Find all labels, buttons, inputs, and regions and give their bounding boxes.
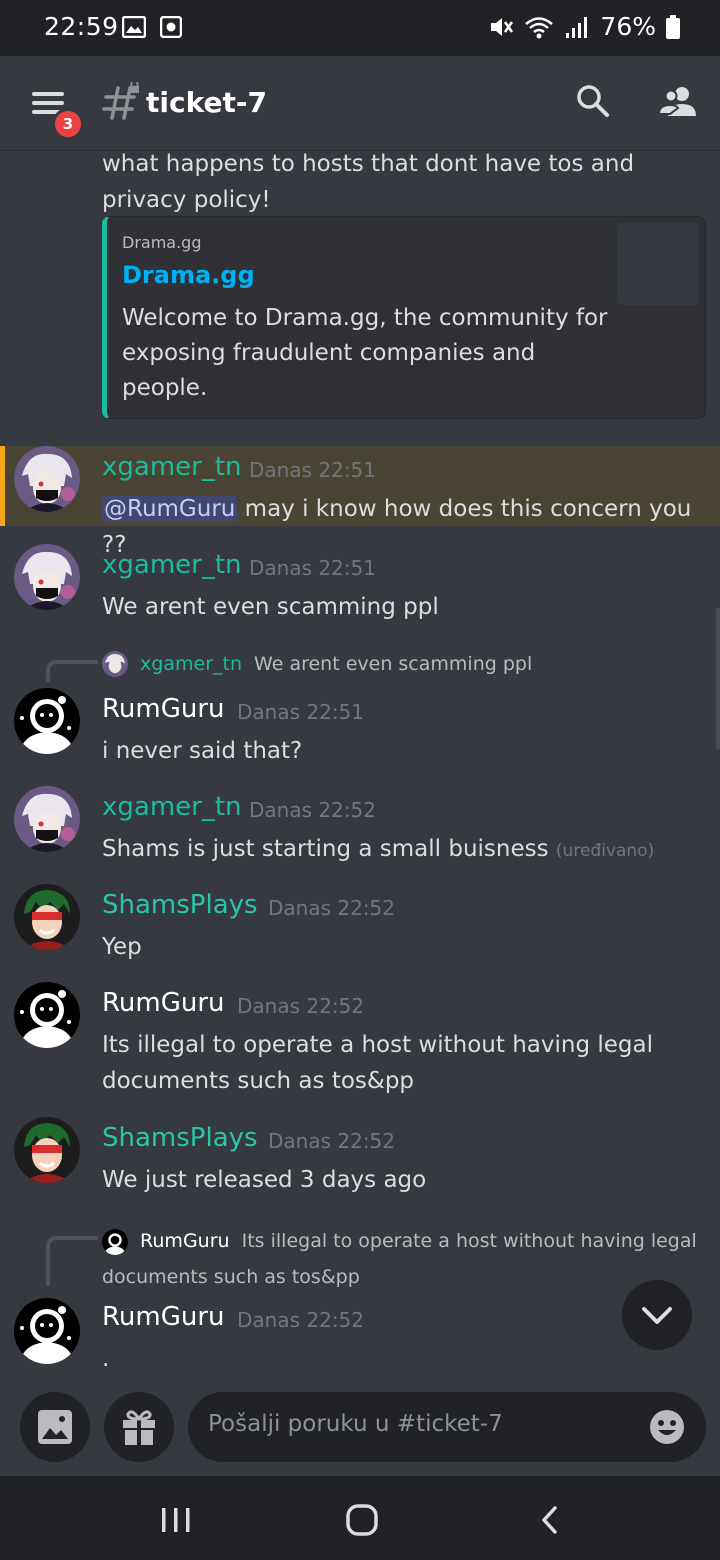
message-text: i never said that? xyxy=(102,738,303,764)
link-embed[interactable]: Drama.gg Drama.gg Welcome to Drama.gg, t… xyxy=(102,216,706,419)
timestamp: Danas 22:51 xyxy=(249,556,377,580)
avatar-image xyxy=(14,688,80,754)
username[interactable]: xgamer_tn xyxy=(102,452,242,482)
battery-icon xyxy=(666,14,680,39)
username[interactable]: xgamer_tn xyxy=(102,792,242,822)
avatar-xgamer[interactable] xyxy=(14,544,80,610)
recent-apps-icon[interactable] xyxy=(160,1506,192,1534)
locked-hash-icon xyxy=(102,82,139,120)
timestamp: Danas 22:52 xyxy=(249,798,377,822)
message-list[interactable]: what happens to hosts that dont have tos… xyxy=(0,152,720,1380)
avatar-image xyxy=(14,884,80,950)
timestamp: Danas 22:51 xyxy=(249,458,377,482)
message-text: We just released 3 days ago xyxy=(102,1167,427,1193)
avatar-shams[interactable] xyxy=(14,884,80,950)
avatar-image xyxy=(14,544,80,610)
emoji-icon[interactable] xyxy=(648,1408,686,1446)
members-icon[interactable] xyxy=(658,84,698,118)
reply-avatar xyxy=(102,1228,128,1255)
embed-description: Welcome to Drama.gg, the community for e… xyxy=(122,305,608,401)
reply-author: xgamer_tn xyxy=(140,652,242,675)
reply-connector xyxy=(46,1236,98,1286)
username[interactable]: xgamer_tn xyxy=(102,550,242,580)
image-icon xyxy=(122,16,146,38)
avatar-image xyxy=(14,1117,80,1183)
reply-preview[interactable]: RumGuru Its illegal to operate a host wi… xyxy=(102,1223,702,1295)
notification-badge: 3 xyxy=(52,108,84,140)
avatar-image xyxy=(14,1298,80,1364)
reply-text: We arent even scamming ppl xyxy=(254,652,533,675)
username[interactable]: ShamsPlays xyxy=(102,890,258,920)
gift-button[interactable] xyxy=(104,1392,174,1462)
timestamp: Danas 22:52 xyxy=(237,1308,365,1332)
back-icon[interactable] xyxy=(538,1504,562,1536)
mute-icon xyxy=(491,17,514,36)
message-input-placeholder: Pošalji poruku u #ticket-7 xyxy=(208,1411,503,1437)
jump-to-bottom-button[interactable] xyxy=(622,1280,692,1350)
media-icon xyxy=(160,16,182,38)
menu-button[interactable]: 3 xyxy=(32,86,84,140)
username[interactable]: RumGuru xyxy=(102,1302,225,1332)
gift-icon xyxy=(123,1410,155,1445)
username[interactable]: ShamsPlays xyxy=(102,1123,258,1153)
embed-title-link[interactable]: Drama.gg xyxy=(122,261,255,289)
message-input[interactable]: Pošalji poruku u #ticket-7 xyxy=(188,1392,706,1462)
reply-preview[interactable]: xgamer_tn We arent even scamming ppl xyxy=(102,651,532,677)
channel-header: 3 ticket-7 xyxy=(0,56,720,151)
message-text: Its illegal to operate a host without ha… xyxy=(102,1032,653,1094)
status-time: 22:59 xyxy=(44,12,119,41)
reply-author: RumGuru xyxy=(140,1230,230,1252)
embed-provider: Drama.gg xyxy=(122,233,202,252)
avatar-image xyxy=(14,446,80,512)
reply-avatar xyxy=(102,651,128,677)
avatar-shams[interactable] xyxy=(14,1117,80,1183)
scrollbar[interactable] xyxy=(716,608,720,750)
avatar-rumguru[interactable] xyxy=(14,1298,80,1364)
wifi-icon xyxy=(525,16,554,38)
avatar-rumguru[interactable] xyxy=(14,688,80,754)
timestamp: Danas 22:52 xyxy=(237,994,365,1018)
search-icon[interactable] xyxy=(576,84,610,118)
username[interactable]: RumGuru xyxy=(102,694,225,724)
battery-percent: 76% xyxy=(600,12,656,41)
avatar-image xyxy=(14,786,80,852)
timestamp: Danas 22:52 xyxy=(268,896,396,920)
message-text: Shams is just starting a small buisness … xyxy=(102,836,655,862)
message-text: what happens to hosts that dont have tos… xyxy=(102,152,635,213)
timestamp: Danas 22:52 xyxy=(268,1129,396,1153)
reply-connector xyxy=(46,660,98,682)
message-text: Yep xyxy=(102,934,142,960)
timestamp: Danas 22:51 xyxy=(237,700,365,724)
username[interactable]: RumGuru xyxy=(102,988,225,1018)
avatar-xgamer[interactable] xyxy=(14,786,80,852)
user-mention[interactable]: @RumGuru xyxy=(102,496,238,522)
upload-image-button[interactable] xyxy=(20,1392,90,1462)
image-upload-icon xyxy=(38,1410,72,1444)
avatar-rumguru[interactable] xyxy=(14,982,80,1048)
avatar-xgamer[interactable] xyxy=(14,446,80,512)
signal-icon xyxy=(566,16,588,38)
edited-label: (uređivano) xyxy=(555,841,655,861)
channel-title: ticket-7 xyxy=(146,86,267,119)
message-text: . xyxy=(102,1346,110,1372)
status-bar: 22:59 76% xyxy=(0,0,720,56)
chevron-down-icon xyxy=(642,1307,672,1324)
embed-thumbnail xyxy=(617,223,699,305)
message-text: We arent even scamming ppl xyxy=(102,594,439,620)
system-nav-bar xyxy=(0,1476,720,1560)
message-composer: Pošalji poruku u #ticket-7 xyxy=(0,1380,720,1476)
avatar-image xyxy=(14,982,80,1048)
home-icon[interactable] xyxy=(344,1502,380,1538)
